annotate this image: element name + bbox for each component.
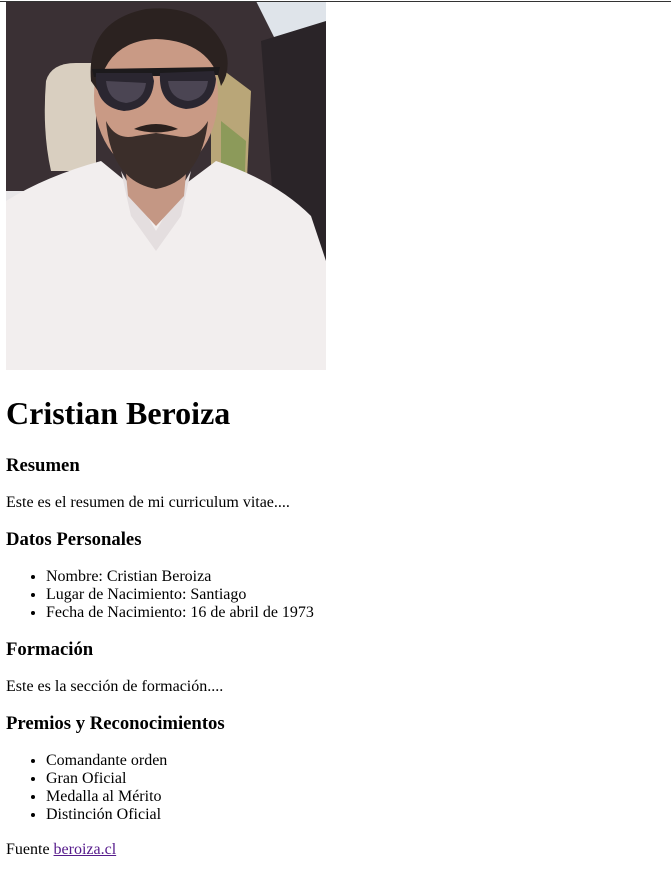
source-link[interactable]: beroiza.cl bbox=[54, 841, 117, 858]
formacion-text: Este es la sección de formación.... bbox=[6, 678, 224, 695]
footer-source: Fuente beroiza.cl bbox=[6, 841, 665, 859]
section-heading-datos-personales: Datos Personales bbox=[6, 529, 142, 550]
top-border bbox=[0, 1, 671, 2]
section-heading-premios: Premios y Reconocimientos bbox=[6, 713, 225, 734]
page-content: Cristian Beroiza Resumen Este es el resu… bbox=[0, 1, 671, 859]
list-item: Distinción Oficial bbox=[46, 806, 665, 824]
profile-photo bbox=[6, 1, 326, 370]
premios-list: Comandante orden Gran Oficial Medalla al… bbox=[6, 752, 665, 824]
list-item: Medalla al Mérito bbox=[46, 788, 665, 806]
list-item: Gran Oficial bbox=[46, 770, 665, 788]
section-heading-resumen: Resumen bbox=[6, 455, 80, 476]
list-item: Fecha de Nacimiento: 16 de abril de 1973 bbox=[46, 604, 665, 622]
section-heading-formacion: Formación bbox=[6, 639, 94, 660]
profile-photo-image bbox=[6, 1, 326, 370]
footer-prefix: Fuente bbox=[6, 841, 50, 858]
list-item: Nombre: Cristian Beroiza bbox=[46, 568, 665, 586]
list-item: Lugar de Nacimiento: Santiago bbox=[46, 586, 665, 604]
resumen-text: Este es el resumen de mi curriculum vita… bbox=[6, 494, 290, 511]
datos-personales-list: Nombre: Cristian Beroiza Lugar de Nacimi… bbox=[6, 568, 665, 622]
list-item: Comandante orden bbox=[46, 752, 665, 770]
page-title: Cristian Beroiza bbox=[6, 395, 231, 431]
